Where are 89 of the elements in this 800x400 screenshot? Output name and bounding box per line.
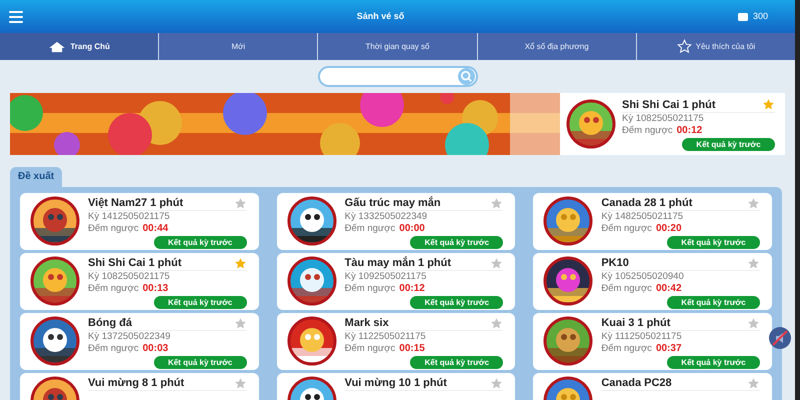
previous-results-button[interactable]: Kết quả kỳ trước <box>667 296 760 309</box>
game-title: Vui mừng 8 1 phút <box>88 376 184 390</box>
star-icon[interactable] <box>747 316 760 330</box>
search-icon[interactable] <box>458 68 474 85</box>
star-icon[interactable] <box>490 196 504 210</box>
game-title: Tàu may mắn 1 phút <box>344 256 452 270</box>
countdown-label: Đếm ngược <box>622 124 673 136</box>
balance-amount: 300 <box>752 10 768 23</box>
game-card[interactable]: Canada PC28 <box>533 373 772 400</box>
countdown-label: Đếm ngược <box>88 343 139 355</box>
game-title: Việt Nam27 1 phút <box>88 196 184 210</box>
game-card[interactable]: Gấu trúc may mắn Kỳ 1332505022349 Đếm ngược 00:00 Kết quả kỳ trước <box>276 193 516 250</box>
countdown-label: Đếm ngược <box>344 223 396 235</box>
period-number: Kỳ 1122505021175 <box>344 331 426 343</box>
menu-icon[interactable] <box>9 10 23 22</box>
countdown-time: 00:13 <box>142 283 168 295</box>
countdown-time: 00:20 <box>656 223 682 235</box>
game-title: Canada PC28 <box>601 376 672 390</box>
star-icon[interactable] <box>490 256 504 270</box>
previous-results-button[interactable]: Kết quả kỳ trước <box>154 296 247 309</box>
period-number: Kỳ 1052505020940 <box>601 271 684 283</box>
countdown-label: Đếm ngược <box>601 223 652 235</box>
countdown-time: 00:42 <box>656 283 682 295</box>
star-icon[interactable] <box>747 196 760 210</box>
countdown-time: 00:15 <box>399 343 425 355</box>
star-icon[interactable] <box>490 316 504 330</box>
game-title: Shi Shi Cai 1 phút <box>88 256 182 270</box>
previous-results-button[interactable]: Kết quả kỳ trước <box>667 356 760 369</box>
game-card[interactable]: Vui mừng 10 1 phút <box>276 373 516 400</box>
countdown-label: Đếm ngược <box>601 283 652 295</box>
countdown-time: 00:00 <box>399 223 425 235</box>
mute-icon[interactable] <box>769 327 791 349</box>
previous-results-button[interactable]: Kết quả kỳ trước <box>410 296 504 309</box>
game-title: Gấu trúc may mắn <box>344 196 441 210</box>
game-title: Mark six <box>344 316 389 330</box>
countdown-label: Đếm ngược <box>88 223 139 235</box>
countdown-time: 00:44 <box>142 223 168 235</box>
countdown-label: Đếm ngược <box>344 283 396 295</box>
period-number: Kỳ 1372505022349 <box>88 331 170 343</box>
period-number: Kỳ 1082505021175 <box>88 271 170 283</box>
countdown-label: Đếm ngược <box>88 283 139 295</box>
page-title: Sảnh vé số <box>356 10 404 23</box>
nav-tab[interactable]: Trang Chủ <box>0 33 158 60</box>
star-icon <box>676 39 692 54</box>
search-field[interactable] <box>318 66 478 87</box>
period-number: Kỳ 1082505021175 <box>622 112 704 124</box>
previous-results-button[interactable]: Kết quả kỳ trước <box>154 236 247 249</box>
game-title: Canada 28 1 phút <box>601 196 692 210</box>
star-icon[interactable] <box>234 376 247 390</box>
game-card[interactable]: Vui mừng 8 1 phút <box>20 373 259 400</box>
star-icon[interactable] <box>762 98 775 111</box>
star-icon[interactable] <box>234 196 247 210</box>
game-card[interactable]: Canada 28 1 phút Kỳ 1482505021175 Đếm ngược 00:20 Kết quả kỳ trước <box>533 193 772 250</box>
star-icon[interactable] <box>747 256 760 270</box>
wallet-icon[interactable] <box>738 12 748 20</box>
game-card[interactable]: Kuai 3 1 phút Kỳ 1112505021175 Đếm ngược 00:37 Kết quả kỳ trước <box>533 313 772 370</box>
period-number: Kỳ 1332505022349 <box>344 211 428 223</box>
star-icon[interactable] <box>234 316 247 330</box>
game-card[interactable]: Tàu may mắn 1 phút Kỳ 1092505021175 Đếm ngược 00:12 Kết quả kỳ trước <box>276 253 516 310</box>
game-title: Bóng đá <box>88 316 132 330</box>
previous-results-button[interactable]: Kết quả kỳ trước <box>410 356 504 369</box>
countdown-label: Đếm ngược <box>601 343 652 355</box>
countdown-time: 00:12 <box>399 283 425 295</box>
game-card[interactable]: Mark six Kỳ 1122505021175 Đếm ngược 00:15 Kết quả kỳ trước <box>276 313 516 370</box>
game-card[interactable]: Shi Shi Cai 1 phút Kỳ 1082505021175 Đếm ngược 00:13 Kết quả kỳ trước <box>20 253 259 310</box>
period-number: Kỳ 1092505021175 <box>344 271 426 283</box>
game-card[interactable]: Bóng đá Kỳ 1372505022349 Đếm ngược 00:03 Kết quả kỳ trước <box>20 313 259 370</box>
previous-results-button[interactable]: Kết quả kỳ trước <box>410 236 504 249</box>
previous-results-button[interactable]: Kết quả kỳ trước <box>682 138 775 150</box>
countdown-label: Đếm ngược <box>344 343 396 355</box>
game-title: PK10 <box>601 256 629 270</box>
countdown-time: 00:03 <box>142 343 168 355</box>
star-icon[interactable] <box>747 376 760 390</box>
previous-results-button[interactable]: Kết quả kỳ trước <box>667 236 760 249</box>
previous-results-button[interactable]: Kết quả kỳ trước <box>154 356 247 369</box>
period-number: Kỳ 1112505021175 <box>601 331 682 343</box>
star-icon[interactable] <box>490 376 504 390</box>
home-icon <box>48 40 66 52</box>
countdown-time: 00:12 <box>676 124 702 136</box>
countdown-time: 00:37 <box>656 343 682 355</box>
star-icon[interactable] <box>234 256 247 270</box>
game-card[interactable]: Việt Nam27 1 phút Kỳ 1412505021175 Đếm ngược 00:44 Kết quả kỳ trước <box>20 193 259 250</box>
game-title: Vui mừng 10 1 phút <box>344 376 447 390</box>
game-title: Kuai 3 1 phút <box>601 316 670 330</box>
section-tab[interactable]: Đề xuất <box>10 167 62 187</box>
game-title: Shi Shi Cai 1 phút <box>622 98 716 112</box>
period-number: Kỳ 1482505021175 <box>601 211 684 223</box>
game-card[interactable]: PK10 Kỳ 1052505020940 Đếm ngược 00:42 Kết quả kỳ trước <box>533 253 772 310</box>
period-number: Kỳ 1412505021175 <box>88 211 170 223</box>
